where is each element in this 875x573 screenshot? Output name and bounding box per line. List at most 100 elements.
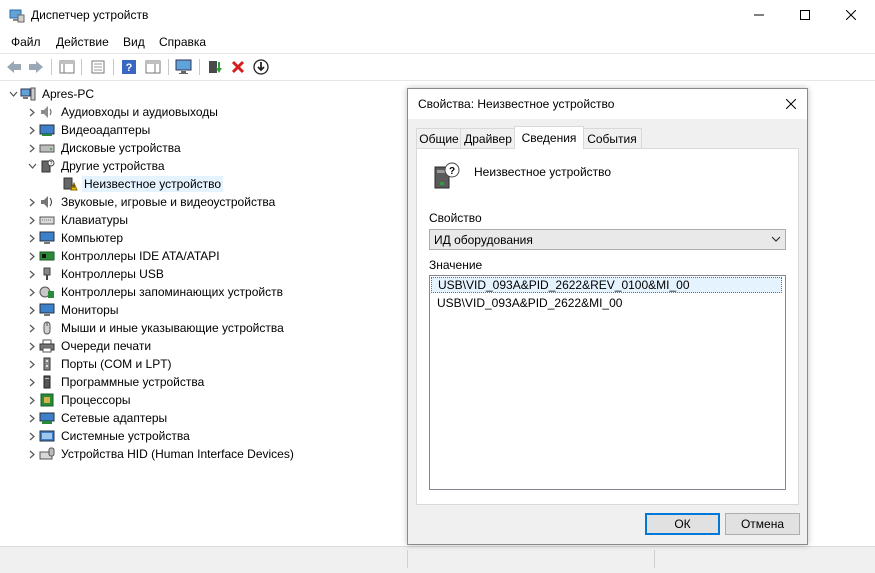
chevron-right-icon[interactable]: [25, 373, 39, 391]
tree-item-ports[interactable]: Порты (COM и LPT): [25, 355, 174, 373]
tree-item-storage-controllers[interactable]: Контроллеры запоминающих устройств: [25, 283, 285, 301]
chevron-right-icon[interactable]: [25, 427, 39, 445]
port-icon: [43, 357, 51, 371]
chevron-down-icon[interactable]: [6, 85, 20, 103]
tree-item-mice[interactable]: Мыши и иные указывающие устройства: [25, 319, 286, 337]
menu-file[interactable]: Файл: [11, 35, 41, 49]
chevron-right-icon[interactable]: [25, 193, 39, 211]
tree-item-usb-controllers[interactable]: Контроллеры USB: [25, 265, 166, 283]
chevron-right-icon[interactable]: [25, 121, 39, 139]
dialog-close-button[interactable]: [775, 89, 807, 119]
details-tab-panel: ? Неизвестное устройство Свойство ИД обо…: [416, 148, 799, 505]
toolbar-separator: [51, 59, 52, 75]
value-listbox[interactable]: USB\VID_093A&PID_2622&REV_0100&MI_00 USB…: [429, 275, 786, 490]
status-bar: [0, 546, 875, 573]
tree-item-label: Клавиатуры: [61, 213, 128, 227]
tab-details[interactable]: Сведения: [514, 126, 584, 149]
tree-item-other-devices[interactable]: ? Другие устройства: [25, 157, 167, 175]
chevron-right-icon[interactable]: [25, 445, 39, 463]
console-tree-icon: [59, 60, 75, 74]
help-icon: ?: [122, 60, 136, 74]
ok-button[interactable]: ОК: [645, 513, 720, 535]
list-item[interactable]: USB\VID_093A&PID_2622&MI_00: [431, 295, 782, 311]
tree-item-keyboards[interactable]: Клавиатуры: [25, 211, 130, 229]
other-devices-icon: ?: [41, 159, 55, 173]
chevron-right-icon[interactable]: [25, 301, 39, 319]
property-select[interactable]: ИД оборудования: [429, 229, 786, 250]
status-divider: [407, 550, 409, 568]
svg-text:?: ?: [449, 166, 455, 177]
tree-item-label: Видеоадаптеры: [61, 123, 151, 137]
tree-item-label: Неизвестное устройство: [82, 176, 224, 192]
tree-item-ide-controllers[interactable]: Контроллеры IDE ATA/ATAPI: [25, 247, 222, 265]
value-label: Значение: [429, 258, 483, 272]
update-driver-button[interactable]: [205, 58, 225, 76]
properties-button[interactable]: [88, 58, 108, 76]
tree-item-unknown-device[interactable]: Неизвестное устройство: [48, 175, 224, 193]
tree-item-display-adapters[interactable]: Видеоадаптеры: [25, 121, 152, 139]
chevron-right-icon[interactable]: [25, 409, 39, 427]
toolbar: ?: [0, 53, 875, 81]
tree-item-software-devices[interactable]: Программные устройства: [25, 373, 206, 391]
menu-help[interactable]: Справка: [159, 35, 206, 49]
chevron-right-icon[interactable]: [25, 337, 39, 355]
cancel-button[interactable]: Отмена: [725, 513, 800, 535]
tree-item-label: Другие устройства: [61, 159, 165, 173]
forward-button[interactable]: [26, 58, 46, 76]
storage-controller-icon: [39, 286, 54, 298]
processor-icon: [40, 393, 54, 407]
ide-controller-icon: [39, 251, 55, 261]
tab-driver[interactable]: Драйвер: [460, 128, 516, 148]
tab-general[interactable]: Общие: [416, 128, 462, 148]
list-item[interactable]: USB\VID_093A&PID_2622&REV_0100&MI_00: [431, 277, 782, 293]
menu-action[interactable]: Действие: [56, 35, 109, 49]
uninstall-device-button[interactable]: [228, 58, 248, 76]
tab-events[interactable]: События: [582, 128, 642, 148]
tree-item-system-devices[interactable]: Системные устройства: [25, 427, 192, 445]
minimize-button[interactable]: [736, 0, 782, 30]
tree-item-network-adapters[interactable]: Сетевые адаптеры: [25, 409, 169, 427]
chevron-down-icon[interactable]: [25, 157, 39, 175]
chevron-right-icon[interactable]: [25, 265, 39, 283]
tree-item-audio[interactable]: Аудиовходы и аудиовыходы: [25, 103, 220, 121]
tree-item-monitors[interactable]: Мониторы: [25, 301, 120, 319]
printer-icon: [39, 339, 55, 353]
help-button[interactable]: ?: [119, 58, 139, 76]
show-hide-console-tree-button[interactable]: [57, 58, 77, 76]
back-button[interactable]: [4, 58, 24, 76]
action-pane-button[interactable]: [143, 58, 163, 76]
scan-hardware-button[interactable]: [174, 58, 194, 76]
chevron-right-icon[interactable]: [25, 355, 39, 373]
chevron-right-icon[interactable]: [25, 391, 39, 409]
chevron-right-icon[interactable]: [25, 247, 39, 265]
tree-item-processors[interactable]: Процессоры: [25, 391, 133, 409]
tree-item-hid[interactable]: Устройства HID (Human Interface Devices): [25, 445, 296, 463]
close-window-button[interactable]: [828, 0, 874, 30]
tree-item-label: Аудиовходы и аудиовыходы: [61, 105, 218, 119]
menu-view[interactable]: Вид: [123, 35, 145, 49]
tree-item-sound[interactable]: Звуковые, игровые и видеоустройства: [25, 193, 277, 211]
property-label: Свойство: [429, 211, 482, 225]
chevron-right-icon[interactable]: [25, 139, 39, 157]
properties-dialog: Свойства: Неизвестное устройство Общие Д…: [407, 88, 808, 545]
computer-icon: [39, 231, 55, 244]
tree-item-computer[interactable]: Компьютер: [25, 229, 125, 247]
tree-item-label: Мониторы: [61, 303, 119, 317]
status-divider: [654, 550, 656, 568]
chevron-right-icon[interactable]: [25, 211, 39, 229]
svg-text:?: ?: [50, 161, 53, 167]
toolbar-separator: [113, 59, 114, 75]
maximize-icon: [800, 10, 810, 20]
chevron-right-icon[interactable]: [25, 229, 39, 247]
chevron-right-icon[interactable]: [25, 283, 39, 301]
chevron-right-icon[interactable]: [25, 319, 39, 337]
tree-item-print-queues[interactable]: Очереди печати: [25, 337, 153, 355]
network-adapter-icon: [39, 412, 55, 424]
enable-device-button[interactable]: [251, 58, 271, 76]
tree-root[interactable]: Apres-PC: [6, 85, 96, 103]
chevron-right-icon[interactable]: [25, 103, 39, 121]
tree-item-disk-drives[interactable]: Дисковые устройства: [25, 139, 183, 157]
display-adapter-icon: [39, 124, 55, 136]
maximize-button[interactable]: [782, 0, 828, 30]
tree-item-label: Устройства HID (Human Interface Devices): [61, 447, 294, 461]
